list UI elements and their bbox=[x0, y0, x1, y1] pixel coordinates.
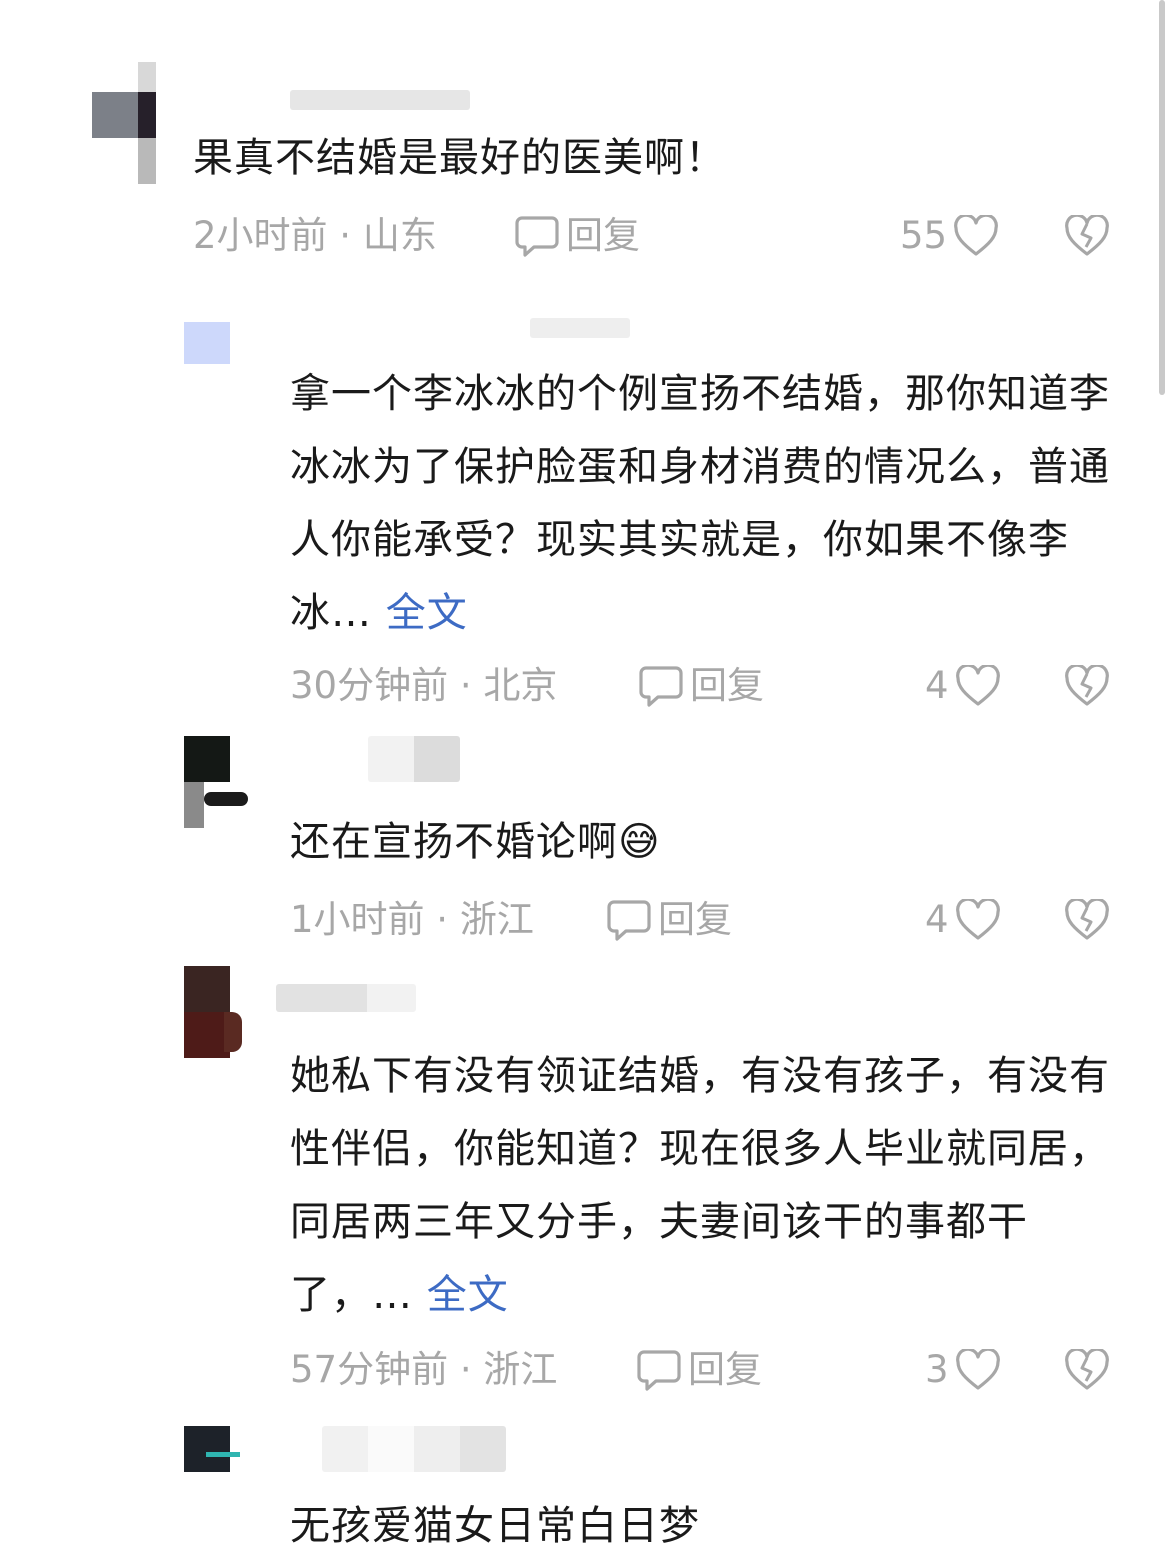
username-obscured[interactable] bbox=[368, 736, 460, 782]
reply-label: 回复 bbox=[566, 214, 640, 257]
broken-heart-icon bbox=[1064, 1349, 1110, 1391]
dislike-button[interactable] bbox=[1064, 662, 1110, 710]
like-button[interactable]: 4 bbox=[925, 896, 1001, 944]
speech-bubble-icon bbox=[638, 664, 684, 708]
comment-meta: 2小时前 · 山东 bbox=[193, 214, 437, 257]
avatar[interactable] bbox=[46, 62, 156, 184]
username-obscured[interactable] bbox=[276, 984, 416, 1012]
avatar[interactable] bbox=[184, 966, 242, 1058]
speech-bubble-icon bbox=[636, 1348, 682, 1392]
avatar[interactable] bbox=[184, 736, 248, 828]
dislike-button[interactable] bbox=[1064, 896, 1110, 944]
comment-text: 她私下有没有领证结婚，有没有孩子，有没有性伴侣，你能知道？现在很多人毕业就同居，… bbox=[290, 1053, 1110, 1318]
reply-button[interactable]: 回复 bbox=[636, 1346, 762, 1394]
broken-heart-icon bbox=[1064, 665, 1110, 707]
comment-text: 拿一个李冰冰的个例宣扬不结婚，那你知道李冰冰为了保护脸蛋和身材消费的情况么，普通… bbox=[290, 371, 1110, 636]
comment-meta: 30分钟前 · 北京 bbox=[290, 664, 558, 707]
reply-button[interactable]: 回复 bbox=[514, 212, 640, 260]
comment-meta: 57分钟前 · 浙江 bbox=[290, 1348, 558, 1391]
username-obscured[interactable] bbox=[290, 90, 470, 110]
comment-text: 无孩爱猫女日常白日梦 bbox=[290, 1503, 700, 1549]
reply-button[interactable]: 回复 bbox=[606, 896, 732, 944]
expand-full-text-link[interactable]: 全文 bbox=[427, 1272, 509, 1318]
comment-meta: 1小时前 · 浙江 bbox=[290, 898, 534, 941]
username-obscured[interactable] bbox=[530, 318, 630, 338]
sweat-smile-emoji: 😅 bbox=[618, 819, 661, 865]
like-button[interactable]: 55 bbox=[900, 212, 999, 260]
comment-text: 果真不结婚是最好的医美啊！ bbox=[193, 135, 726, 181]
reply-label: 回复 bbox=[690, 664, 764, 707]
speech-bubble-icon bbox=[514, 214, 560, 258]
heart-outline-icon bbox=[955, 899, 1001, 941]
heart-outline-icon bbox=[955, 665, 1001, 707]
reply-label: 回复 bbox=[688, 1348, 762, 1391]
like-count: 4 bbox=[925, 664, 949, 707]
comment-text: 还在宣扬不婚论啊😅 bbox=[290, 819, 661, 865]
reply-button[interactable]: 回复 bbox=[638, 662, 764, 710]
broken-heart-icon bbox=[1064, 215, 1110, 257]
reply-label: 回复 bbox=[658, 898, 732, 941]
like-count: 3 bbox=[925, 1348, 949, 1391]
username-obscured[interactable] bbox=[322, 1426, 506, 1472]
like-button[interactable]: 4 bbox=[925, 662, 1001, 710]
dislike-button[interactable] bbox=[1064, 212, 1110, 260]
scrollbar[interactable] bbox=[1159, 0, 1165, 395]
avatar[interactable] bbox=[184, 322, 230, 364]
expand-full-text-link[interactable]: 全文 bbox=[386, 590, 468, 636]
heart-outline-icon bbox=[953, 215, 999, 257]
like-count: 55 bbox=[900, 214, 948, 257]
speech-bubble-icon bbox=[606, 898, 652, 942]
avatar[interactable] bbox=[184, 1426, 250, 1472]
dislike-button[interactable] bbox=[1064, 1346, 1110, 1394]
broken-heart-icon bbox=[1064, 899, 1110, 941]
like-button[interactable]: 3 bbox=[925, 1346, 1001, 1394]
like-count: 4 bbox=[925, 898, 949, 941]
heart-outline-icon bbox=[955, 1349, 1001, 1391]
